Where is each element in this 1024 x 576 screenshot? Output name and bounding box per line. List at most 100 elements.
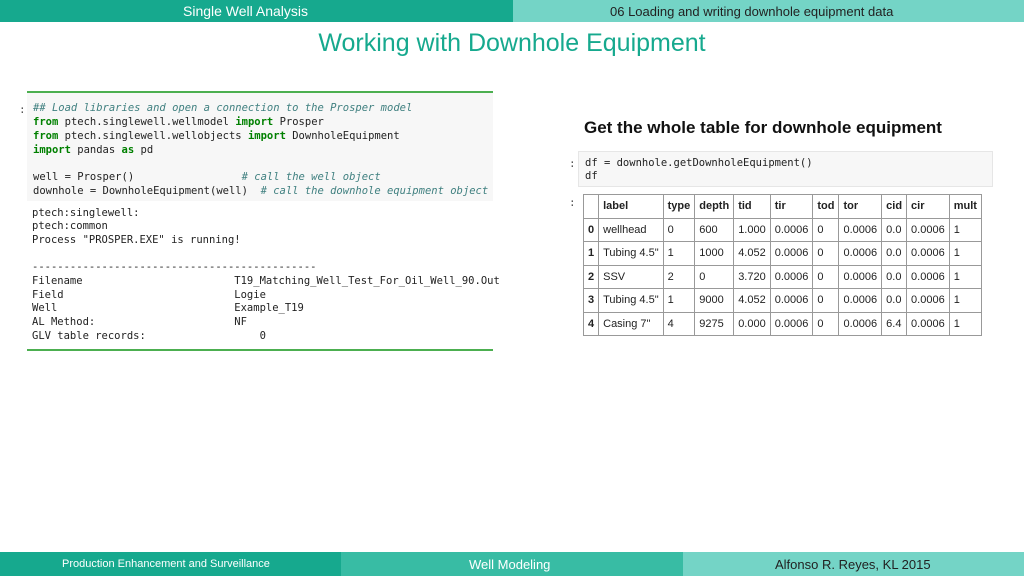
table-row: 0 wellhead 0 600 1.000 0.0006 0 0.0006 0… — [582, 217, 982, 242]
column-header: tod — [812, 194, 840, 219]
table-cell: SSV — [598, 264, 664, 289]
table-cell: 9275 — [694, 311, 735, 336]
table-cell: 0.0 — [881, 241, 908, 266]
header-right-label: 06 Loading and writing downhole equipmen… — [610, 4, 894, 19]
column-header: tor — [838, 194, 883, 219]
table-cell: 0.0006 — [906, 241, 950, 266]
table-cell: 0 — [812, 217, 840, 242]
column-header: tir — [769, 194, 814, 219]
table-cell: 0.0 — [881, 217, 908, 242]
table-row: 3 Tubing 4.5" 1 9000 4.052 0.0006 0 0.00… — [582, 288, 982, 313]
table-cell: 0.0006 — [838, 311, 883, 336]
row-index: 2 — [582, 264, 600, 289]
output-prompt: : — [569, 196, 576, 209]
table-cell: wellhead — [598, 217, 664, 242]
table-cell: 0.0006 — [906, 264, 950, 289]
row-index: 0 — [582, 217, 600, 242]
table-cell: 1 — [662, 241, 696, 266]
table-cell: 6.4 — [881, 311, 908, 336]
footer-middle-label: Well Modeling — [469, 557, 551, 572]
table-cell: 1 — [948, 217, 982, 242]
column-header: tid — [733, 194, 771, 219]
slide-title: Working with Downhole Equipment — [318, 29, 706, 57]
table-row: 1 Tubing 4.5" 1 1000 4.052 0.0006 0 0.00… — [582, 241, 982, 266]
table-cell: 0 — [812, 241, 840, 266]
table-cell: 2 — [662, 264, 696, 289]
code-line-6: well = Prosper() # call the well object — [33, 171, 381, 183]
output-line: GLV table records: 0 — [32, 330, 266, 342]
section-heading: Get the whole table for downhole equipme… — [584, 118, 942, 137]
code-cell-right[interactable]: df = downhole.getDownholeEquipment() df — [578, 151, 993, 187]
code-cell-left[interactable]: ## Load libraries and open a connection … — [27, 91, 493, 201]
equipment-table: label type depth tid tir tod tor cid cir… — [582, 194, 982, 336]
table-cell: 0.0006 — [838, 241, 883, 266]
output-line: ptech:common — [32, 220, 108, 232]
footer-right-label: Alfonso R. Reyes, KL 2015 — [775, 557, 931, 572]
table-row: 4 Casing 7" 4 9275 0.000 0.0006 0 0.0006… — [582, 311, 982, 336]
column-header: type — [662, 194, 696, 219]
code-line: df — [585, 170, 598, 182]
header-section-left: Single Well Analysis — [0, 0, 513, 22]
table-cell: 0.0 — [881, 288, 908, 313]
table-cell: 1 — [662, 288, 696, 313]
input-prompt: : — [569, 157, 576, 170]
table-cell: 1 — [948, 241, 982, 266]
table-cell: 4 — [662, 311, 696, 336]
output-line: Filename T19_Matching_Well_Test_For_Oil_… — [32, 275, 500, 287]
code-line: df = downhole.getDownholeEquipment() — [585, 157, 813, 169]
header-left-label: Single Well Analysis — [183, 3, 309, 19]
table-cell: Tubing 4.5" — [598, 241, 664, 266]
table-header-row: label type depth tid tir tod tor cid cir… — [582, 194, 982, 219]
table-cell: Tubing 4.5" — [598, 288, 664, 313]
table-cell: 0.0006 — [769, 288, 814, 313]
table-cell: 600 — [694, 217, 735, 242]
table-cell: 0.000 — [733, 311, 771, 336]
code-line-2: from ptech.singlewell.wellmodel import P… — [33, 116, 324, 128]
cell-divider — [27, 349, 493, 351]
output-line: ptech:singlewell: — [32, 207, 140, 219]
row-index: 1 — [582, 241, 600, 266]
table-cell: 4.052 — [733, 241, 771, 266]
table-row: 2 SSV 2 0 3.720 0.0006 0 0.0006 0.0 0.00… — [582, 264, 982, 289]
footer-section-left: Production Enhancement and Surveillance — [0, 552, 341, 576]
table-cell: 0.0006 — [838, 217, 883, 242]
column-header: depth — [694, 194, 735, 219]
table-cell: 0 — [812, 311, 840, 336]
table-cell: 0 — [694, 264, 735, 289]
column-header: label — [598, 194, 664, 219]
table-cell: 0.0006 — [906, 288, 950, 313]
table-cell: 0.0006 — [906, 311, 950, 336]
code-line-3: from ptech.singlewell.wellobjects import… — [33, 130, 400, 142]
code-line-7: downhole = DownholeEquipment(well) # cal… — [33, 185, 489, 197]
table-cell: 9000 — [694, 288, 735, 313]
table-cell: 1 — [948, 311, 982, 336]
table-cell: 0.0006 — [838, 264, 883, 289]
table-cell: 1 — [948, 288, 982, 313]
table-cell: 1 — [948, 264, 982, 289]
table-cell: 0.0006 — [906, 217, 950, 242]
row-index: 4 — [582, 311, 600, 336]
table-cell: 4.052 — [733, 288, 771, 313]
output-line: Process "PROSPER.EXE" is running! — [32, 234, 241, 246]
output-separator: ----------------------------------------… — [32, 261, 317, 273]
code-line-4: import pandas as pd — [33, 144, 154, 156]
table-cell: 0.0006 — [769, 217, 814, 242]
footer-section-middle: Well Modeling — [341, 552, 683, 576]
output-line: AL Method: NF — [32, 316, 247, 328]
footer-left-label: Production Enhancement and Surveillance — [62, 558, 270, 570]
table-cell: Casing 7" — [598, 311, 664, 336]
table-cell: 0.0006 — [769, 311, 814, 336]
table-cell: 0.0006 — [769, 241, 814, 266]
table-cell: 1000 — [694, 241, 735, 266]
index-header — [582, 194, 600, 219]
table-cell: 0.0 — [881, 264, 908, 289]
column-header: mult — [948, 194, 982, 219]
footer-section-right: Alfonso R. Reyes, KL 2015 — [683, 552, 1024, 576]
column-header: cir — [906, 194, 950, 219]
input-prompt: : — [19, 103, 26, 116]
header-section-right: 06 Loading and writing downhole equipmen… — [513, 0, 1024, 22]
table-cell: 0 — [662, 217, 696, 242]
table-cell: 1.000 — [733, 217, 771, 242]
table-cell: 0 — [812, 288, 840, 313]
code-line-1: ## Load libraries and open a connection … — [33, 102, 413, 114]
